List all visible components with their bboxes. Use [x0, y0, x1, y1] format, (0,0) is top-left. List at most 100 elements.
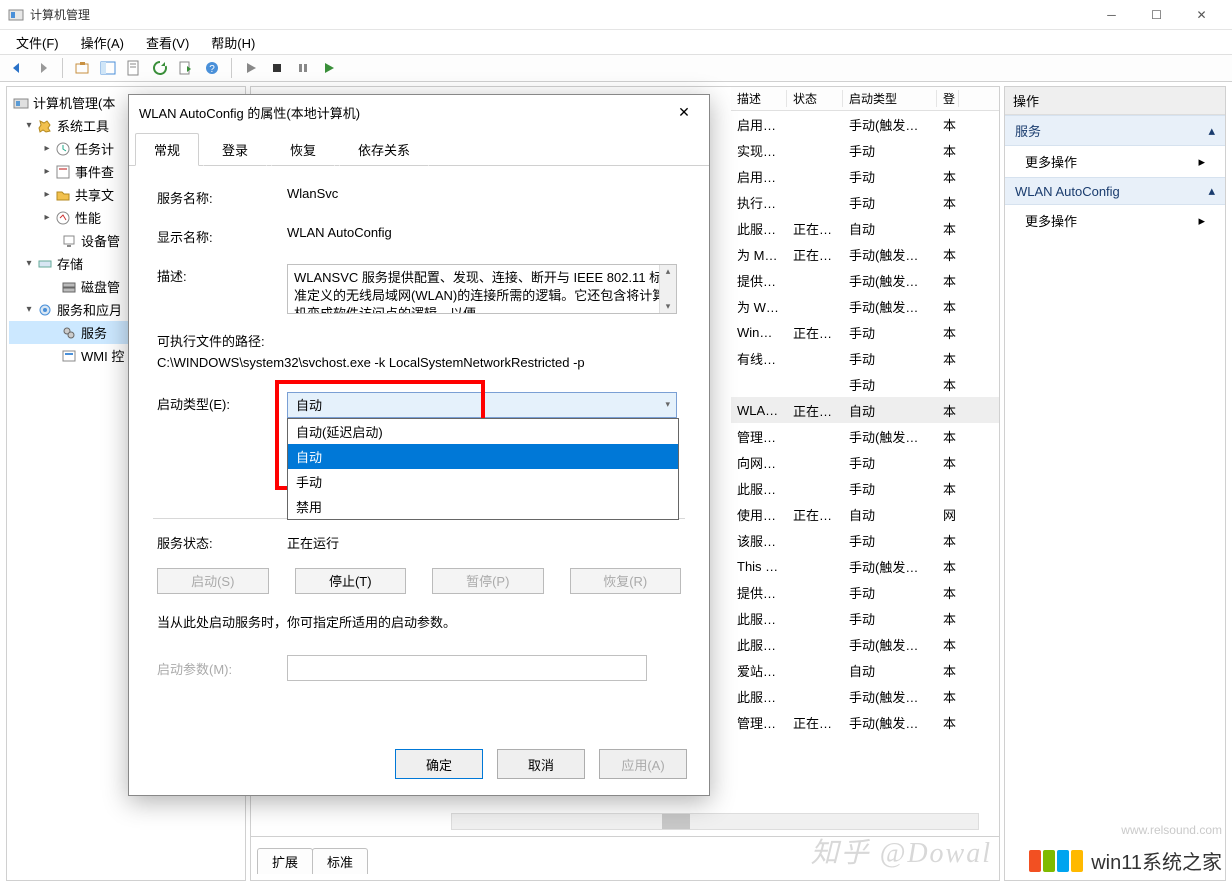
table-row[interactable]: 此服…手动(触发…本	[731, 683, 999, 709]
table-row[interactable]: 启用…手动(触发…本	[731, 111, 999, 137]
table-row[interactable]: 提供…手动本	[731, 579, 999, 605]
dialog-footer: 确定 取消 应用(A)	[395, 749, 687, 779]
table-row[interactable]: 此服…手动本	[731, 605, 999, 631]
table-row[interactable]: This …手动(触发…本	[731, 553, 999, 579]
list-rows[interactable]: 启用…手动(触发…本实现…手动本启用…手动本执行…手动本此服…正在…自动本为 M…	[731, 111, 999, 735]
close-button[interactable]: ✕	[1179, 1, 1224, 29]
label-display-name: 显示名称:	[157, 225, 287, 246]
startup-type-combo[interactable]: 自动 ▾ 自动(延迟启动) 自动 手动 禁用	[287, 392, 677, 418]
col-desc[interactable]: 描述	[731, 90, 787, 107]
table-row[interactable]: 有线…手动本	[731, 345, 999, 371]
dialog-close-button[interactable]: ✕	[669, 104, 699, 121]
tab-logon[interactable]: 登录	[203, 133, 267, 166]
table-row[interactable]: 为 M…正在…手动(触发…本	[731, 241, 999, 267]
table-row[interactable]: 此服…手动本	[731, 475, 999, 501]
table-row[interactable]: 管理…手动(触发…本	[731, 423, 999, 449]
refresh-icon[interactable]	[149, 57, 171, 79]
chevron-right-icon: ▸	[1198, 213, 1205, 229]
actions-header: 操作	[1005, 87, 1225, 115]
toolbar: ?	[0, 54, 1232, 82]
table-row[interactable]: Win…正在…手动本	[731, 319, 999, 345]
menu-action[interactable]: 操作(A)	[75, 31, 130, 54]
pause-button: 暂停(P)	[432, 568, 544, 594]
stop-button[interactable]: 停止(T)	[295, 568, 407, 594]
cancel-button[interactable]: 取消	[497, 749, 585, 779]
up-button[interactable]	[71, 57, 93, 79]
table-row[interactable]: 启用…手动本	[731, 163, 999, 189]
col-logon[interactable]: 登	[937, 90, 959, 107]
description-box[interactable]: WLANSVC 服务提供配置、发现、连接、断开与 IEEE 802.11 标准定…	[287, 264, 677, 314]
menu-view[interactable]: 查看(V)	[140, 31, 195, 54]
table-row[interactable]: 此服…手动(触发…本	[731, 631, 999, 657]
table-row[interactable]: 爱站…自动本	[731, 657, 999, 683]
label-service-status: 服务状态:	[157, 533, 287, 552]
actions-panel: 操作 服务 ▴ 更多操作 ▸ WLAN AutoConfig ▴ 更多操作 ▸	[1004, 86, 1226, 881]
table-row[interactable]: WLA…正在…自动本	[731, 397, 999, 423]
col-state[interactable]: 状态	[787, 90, 843, 107]
start-button: 启动(S)	[157, 568, 269, 594]
tab-dependencies[interactable]: 依存关系	[339, 133, 429, 166]
dialog-tabs: 常规 登录 恢复 依存关系	[129, 129, 709, 166]
main-titlebar: 计算机管理 ─ ☐ ✕	[0, 0, 1232, 30]
back-button[interactable]	[6, 57, 28, 79]
opt-disabled[interactable]: 禁用	[288, 494, 678, 519]
properties-dialog: WLAN AutoConfig 的属性(本地计算机) ✕ 常规 登录 恢复 依存…	[128, 94, 710, 796]
forward-button[interactable]	[32, 57, 54, 79]
app-icon	[8, 7, 24, 23]
more-actions-services[interactable]: 更多操作 ▸	[1005, 146, 1225, 177]
opt-auto-delayed[interactable]: 自动(延迟启动)	[288, 419, 678, 444]
label-service-name: 服务名称:	[157, 186, 287, 207]
menu-help[interactable]: 帮助(H)	[205, 31, 261, 54]
watermark-zhihu: 知乎 @Dowal	[811, 831, 992, 871]
more-actions-wlan[interactable]: 更多操作 ▸	[1005, 205, 1225, 236]
table-row[interactable]: 该服…手动本	[731, 527, 999, 553]
table-row[interactable]: 管理…正在…手动(触发…本	[731, 709, 999, 735]
collapse-icon: ▴	[1208, 183, 1215, 199]
start-note: 当从此处启动服务时，你可指定所适用的启动参数。	[157, 612, 681, 631]
table-row[interactable]: 向网…手动本	[731, 449, 999, 475]
table-row[interactable]: 此服…正在…自动本	[731, 215, 999, 241]
table-row[interactable]: 手动本	[731, 371, 999, 397]
properties-icon[interactable]	[123, 57, 145, 79]
ok-button[interactable]: 确定	[395, 749, 483, 779]
restart-icon[interactable]	[318, 57, 340, 79]
table-row[interactable]: 执行…手动本	[731, 189, 999, 215]
opt-auto[interactable]: 自动	[288, 444, 678, 469]
value-service-name: WlanSvc	[287, 186, 681, 201]
opt-manual[interactable]: 手动	[288, 469, 678, 494]
tab-extended[interactable]: 扩展	[257, 848, 313, 874]
desc-scrollbar[interactable]: ▴▾	[659, 265, 676, 313]
show-hide-tree-icon[interactable]	[97, 57, 119, 79]
pause-icon[interactable]	[292, 57, 314, 79]
play-icon[interactable]	[240, 57, 262, 79]
table-row[interactable]: 实现…手动本	[731, 137, 999, 163]
col-start[interactable]: 启动类型	[843, 90, 937, 107]
window-controls: ─ ☐ ✕	[1089, 1, 1224, 29]
resume-button: 恢复(R)	[570, 568, 682, 594]
table-row[interactable]: 提供…手动(触发…本	[731, 267, 999, 293]
tab-recovery[interactable]: 恢复	[271, 133, 335, 166]
value-service-status: 正在运行	[287, 533, 339, 552]
startup-type-dropdown[interactable]: 自动(延迟启动) 自动 手动 禁用	[287, 418, 679, 520]
maximize-button[interactable]: ☐	[1134, 1, 1179, 29]
chevron-down-icon: ▾	[665, 399, 670, 410]
export-icon[interactable]	[175, 57, 197, 79]
tab-general[interactable]: 常规	[135, 133, 199, 166]
label-exe-path: 可执行文件的路径:	[157, 332, 681, 353]
value-exe-path: C:\WINDOWS\system32\svchost.exe -k Local…	[157, 353, 681, 374]
stop-icon[interactable]	[266, 57, 288, 79]
table-row[interactable]: 为 W…手动(触发…本	[731, 293, 999, 319]
section-wlan[interactable]: WLAN AutoConfig ▴	[1005, 177, 1225, 205]
horizontal-scrollbar[interactable]	[451, 813, 979, 830]
menu-file[interactable]: 文件(F)	[10, 31, 65, 54]
value-display-name: WLAN AutoConfig	[287, 225, 681, 240]
dialog-body: 服务名称: WlanSvc 显示名称: WLAN AutoConfig 描述: …	[129, 166, 709, 715]
menubar: 文件(F) 操作(A) 查看(V) 帮助(H)	[0, 30, 1232, 54]
win11-logo-icon	[1029, 850, 1085, 872]
table-row[interactable]: 使用…正在…自动网	[731, 501, 999, 527]
tab-standard[interactable]: 标准	[312, 848, 368, 874]
section-services[interactable]: 服务 ▴	[1005, 115, 1225, 146]
help-icon[interactable]: ?	[201, 57, 223, 79]
label-description: 描述:	[157, 264, 287, 285]
minimize-button[interactable]: ─	[1089, 1, 1134, 29]
